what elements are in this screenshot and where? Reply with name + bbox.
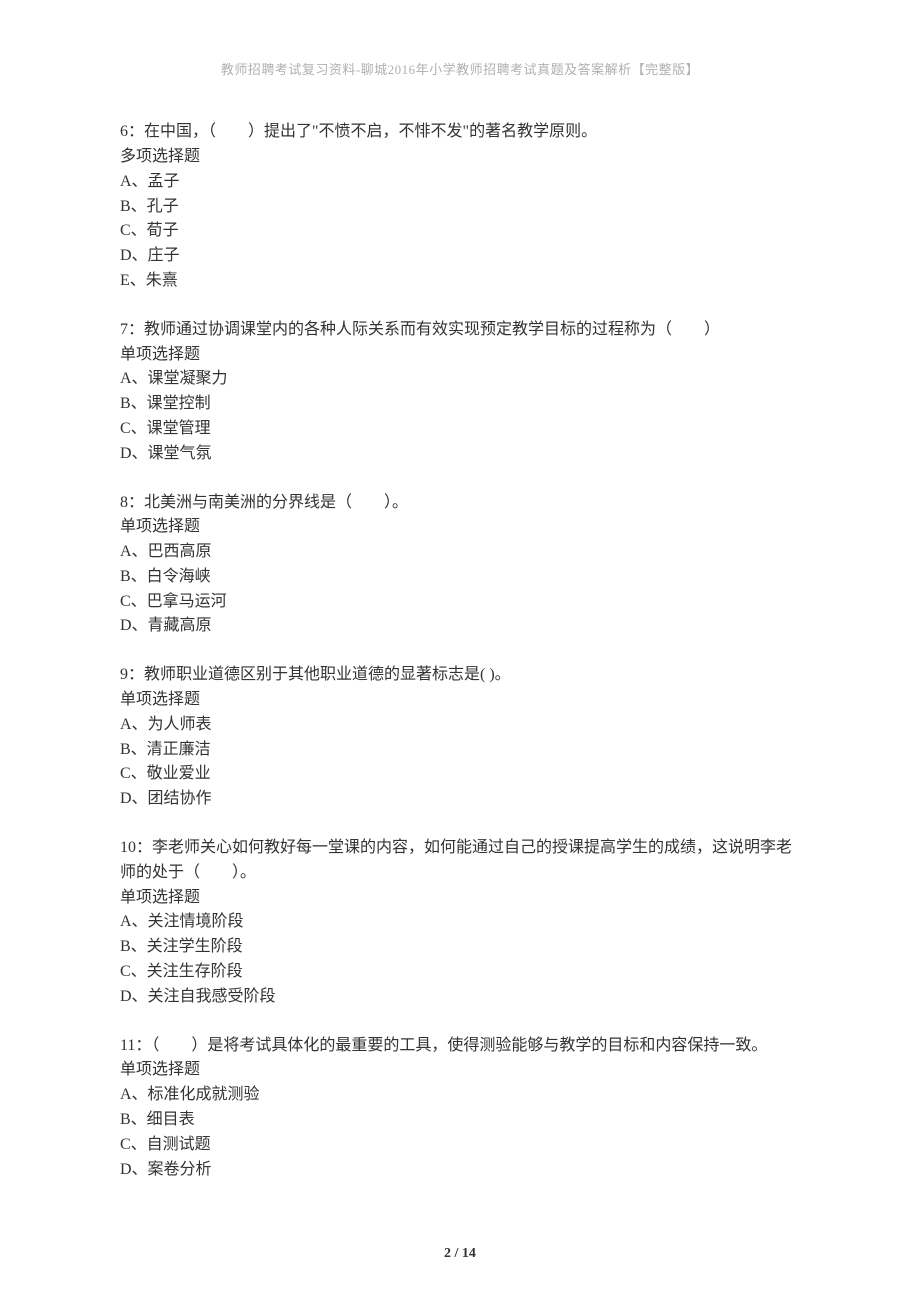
question-type: 多项选择题 bbox=[120, 145, 800, 170]
question-8: 8：北美洲与南美洲的分界线是（ ）。 单项选择题 A、巴西高原 B、白令海峡 C… bbox=[120, 491, 800, 640]
question-stem: 8：北美洲与南美洲的分界线是（ ）。 bbox=[120, 491, 800, 516]
question-option: A、孟子 bbox=[120, 170, 800, 195]
question-option: D、案卷分析 bbox=[120, 1158, 800, 1183]
question-type: 单项选择题 bbox=[120, 688, 800, 713]
question-option: B、清正廉洁 bbox=[120, 738, 800, 763]
page-number: 2 / 14 bbox=[0, 1246, 920, 1262]
question-stem: 7：教师通过协调课堂内的各种人际关系而有效实现预定教学目标的过程称为（ ） bbox=[120, 318, 800, 343]
question-option: B、白令海峡 bbox=[120, 565, 800, 590]
question-type: 单项选择题 bbox=[120, 886, 800, 911]
question-option: B、孔子 bbox=[120, 195, 800, 220]
question-type: 单项选择题 bbox=[120, 1058, 800, 1083]
question-9: 9：教师职业道德区别于其他职业道德的显著标志是( )。 单项选择题 A、为人师表… bbox=[120, 663, 800, 812]
page-number-text: 2 / 14 bbox=[444, 1246, 476, 1261]
question-option: C、巴拿马运河 bbox=[120, 590, 800, 615]
question-stem: 10：李老师关心如何教好每一堂课的内容，如何能通过自己的授课提高学生的成绩，这说… bbox=[120, 836, 800, 886]
question-option: D、庄子 bbox=[120, 244, 800, 269]
question-option: D、青藏高原 bbox=[120, 614, 800, 639]
question-option: C、荀子 bbox=[120, 219, 800, 244]
question-option: B、课堂控制 bbox=[120, 392, 800, 417]
page-content: 教师招聘考试复习资料-聊城2016年小学教师招聘考试真题及答案解析【完整版】 6… bbox=[0, 0, 920, 1246]
question-option: B、关注学生阶段 bbox=[120, 935, 800, 960]
question-option: D、课堂气氛 bbox=[120, 442, 800, 467]
question-option: C、课堂管理 bbox=[120, 417, 800, 442]
question-10: 10：李老师关心如何教好每一堂课的内容，如何能通过自己的授课提高学生的成绩，这说… bbox=[120, 836, 800, 1010]
page-header: 教师招聘考试复习资料-聊城2016年小学教师招聘考试真题及答案解析【完整版】 bbox=[120, 60, 800, 80]
question-option: C、关注生存阶段 bbox=[120, 960, 800, 985]
question-option: A、为人师表 bbox=[120, 713, 800, 738]
question-type: 单项选择题 bbox=[120, 343, 800, 368]
question-type: 单项选择题 bbox=[120, 515, 800, 540]
question-option: B、细目表 bbox=[120, 1108, 800, 1133]
question-option: A、关注情境阶段 bbox=[120, 910, 800, 935]
question-option: D、团结协作 bbox=[120, 787, 800, 812]
question-option: C、敬业爱业 bbox=[120, 762, 800, 787]
question-stem: 9：教师职业道德区别于其他职业道德的显著标志是( )。 bbox=[120, 663, 800, 688]
question-stem: 11：（ ）是将考试具体化的最重要的工具，使得测验能够与教学的目标和内容保持一致… bbox=[120, 1034, 800, 1059]
question-option: A、课堂凝聚力 bbox=[120, 367, 800, 392]
header-text: 教师招聘考试复习资料-聊城2016年小学教师招聘考试真题及答案解析【完整版】 bbox=[221, 62, 699, 77]
question-option: C、自测试题 bbox=[120, 1133, 800, 1158]
question-option: E、朱熹 bbox=[120, 269, 800, 294]
question-option: A、巴西高原 bbox=[120, 540, 800, 565]
question-11: 11：（ ）是将考试具体化的最重要的工具，使得测验能够与教学的目标和内容保持一致… bbox=[120, 1034, 800, 1183]
question-option: A、标准化成就测验 bbox=[120, 1083, 800, 1108]
question-option: D、关注自我感受阶段 bbox=[120, 985, 800, 1010]
question-stem: 6：在中国，（ ）提出了"不愤不启，不悱不发"的著名教学原则。 bbox=[120, 120, 800, 145]
question-7: 7：教师通过协调课堂内的各种人际关系而有效实现预定教学目标的过程称为（ ） 单项… bbox=[120, 318, 800, 467]
question-6: 6：在中国，（ ）提出了"不愤不启，不悱不发"的著名教学原则。 多项选择题 A、… bbox=[120, 120, 800, 294]
